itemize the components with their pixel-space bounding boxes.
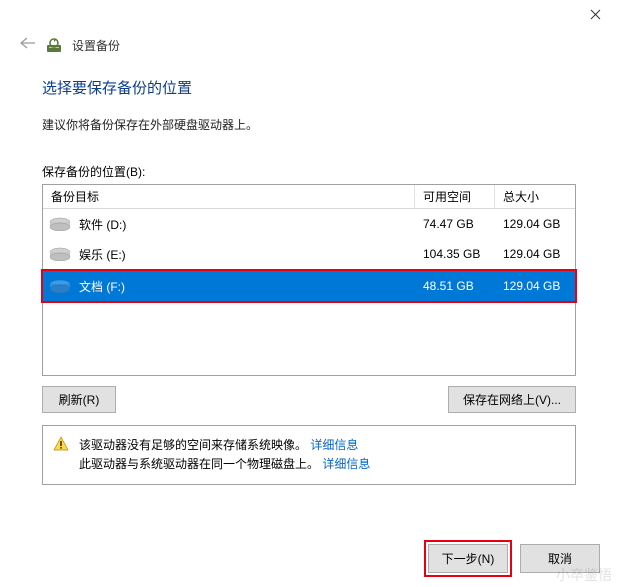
warning-box: 该驱动器没有足够的空间来存储系统映像。 详细信息 此驱动器与系统驱动器在同一个物…: [42, 425, 576, 485]
drive-icon: [49, 279, 71, 293]
save-network-button[interactable]: 保存在网络上(V)...: [448, 386, 576, 413]
warning-icon: [53, 436, 69, 452]
col-header-total[interactable]: 总大小: [495, 185, 575, 208]
drive-row[interactable]: 娱乐 (E:) 104.35 GB 129.04 GB: [43, 239, 575, 269]
page-subtitle: 建议你将备份保存在外部硬盘驱动器上。: [42, 116, 576, 133]
header: 设置备份: [0, 28, 618, 67]
footer: 下一步(N) 取消: [424, 540, 600, 577]
drive-total: 129.04 GB: [495, 239, 575, 269]
next-highlight: 下一步(N): [424, 540, 512, 577]
drive-total: 129.04 GB: [495, 209, 575, 239]
refresh-button[interactable]: 刷新(R): [42, 386, 116, 413]
drive-row-selected[interactable]: 文档 (F:) 48.51 GB 129.04 GB: [43, 271, 575, 301]
warning-text: 该驱动器没有足够的空间来存储系统映像。 详细信息 此驱动器与系统驱动器在同一个物…: [79, 436, 370, 474]
drive-label: 文档 (F:): [79, 278, 125, 295]
cancel-button[interactable]: 取消: [520, 544, 600, 573]
close-icon: [590, 9, 601, 20]
drive-row[interactable]: 软件 (D:) 74.47 GB 129.04 GB: [43, 209, 575, 239]
next-button[interactable]: 下一步(N): [428, 544, 508, 573]
drive-free: 74.47 GB: [415, 209, 495, 239]
drive-icon: [49, 217, 71, 231]
titlebar: [0, 0, 618, 28]
drive-label: 娱乐 (E:): [79, 246, 126, 263]
details-link-1[interactable]: 详细信息: [310, 438, 358, 452]
backup-icon: [46, 38, 62, 54]
content: 选择要保存备份的位置 建议你将备份保存在外部硬盘驱动器上。 保存备份的位置(B)…: [0, 67, 618, 485]
window-title: 设置备份: [72, 37, 120, 54]
button-row: 刷新(R) 保存在网络上(V)...: [42, 386, 576, 413]
col-header-target[interactable]: 备份目标: [43, 185, 415, 208]
list-header: 备份目标 可用空间 总大小: [43, 185, 575, 209]
selected-highlight: 文档 (F:) 48.51 GB 129.04 GB: [41, 269, 577, 303]
col-header-free[interactable]: 可用空间: [415, 185, 495, 208]
page-heading: 选择要保存备份的位置: [42, 77, 576, 98]
drive-icon: [49, 247, 71, 261]
close-button[interactable]: [573, 0, 618, 28]
warning-line2: 此驱动器与系统驱动器在同一个物理磁盘上。: [79, 457, 319, 471]
drive-free: 48.51 GB: [415, 271, 495, 301]
drive-free: 104.35 GB: [415, 239, 495, 269]
drive-total: 129.04 GB: [495, 271, 575, 301]
list-label: 保存备份的位置(B):: [42, 163, 576, 180]
warning-line1: 该驱动器没有足够的空间来存储系统映像。: [79, 438, 307, 452]
details-link-2[interactable]: 详细信息: [322, 457, 370, 471]
drive-label: 软件 (D:): [79, 216, 126, 233]
back-arrow-icon[interactable]: [18, 36, 36, 55]
drive-list: 备份目标 可用空间 总大小 软件 (D:) 74.47 GB 129.04 GB…: [42, 184, 576, 376]
